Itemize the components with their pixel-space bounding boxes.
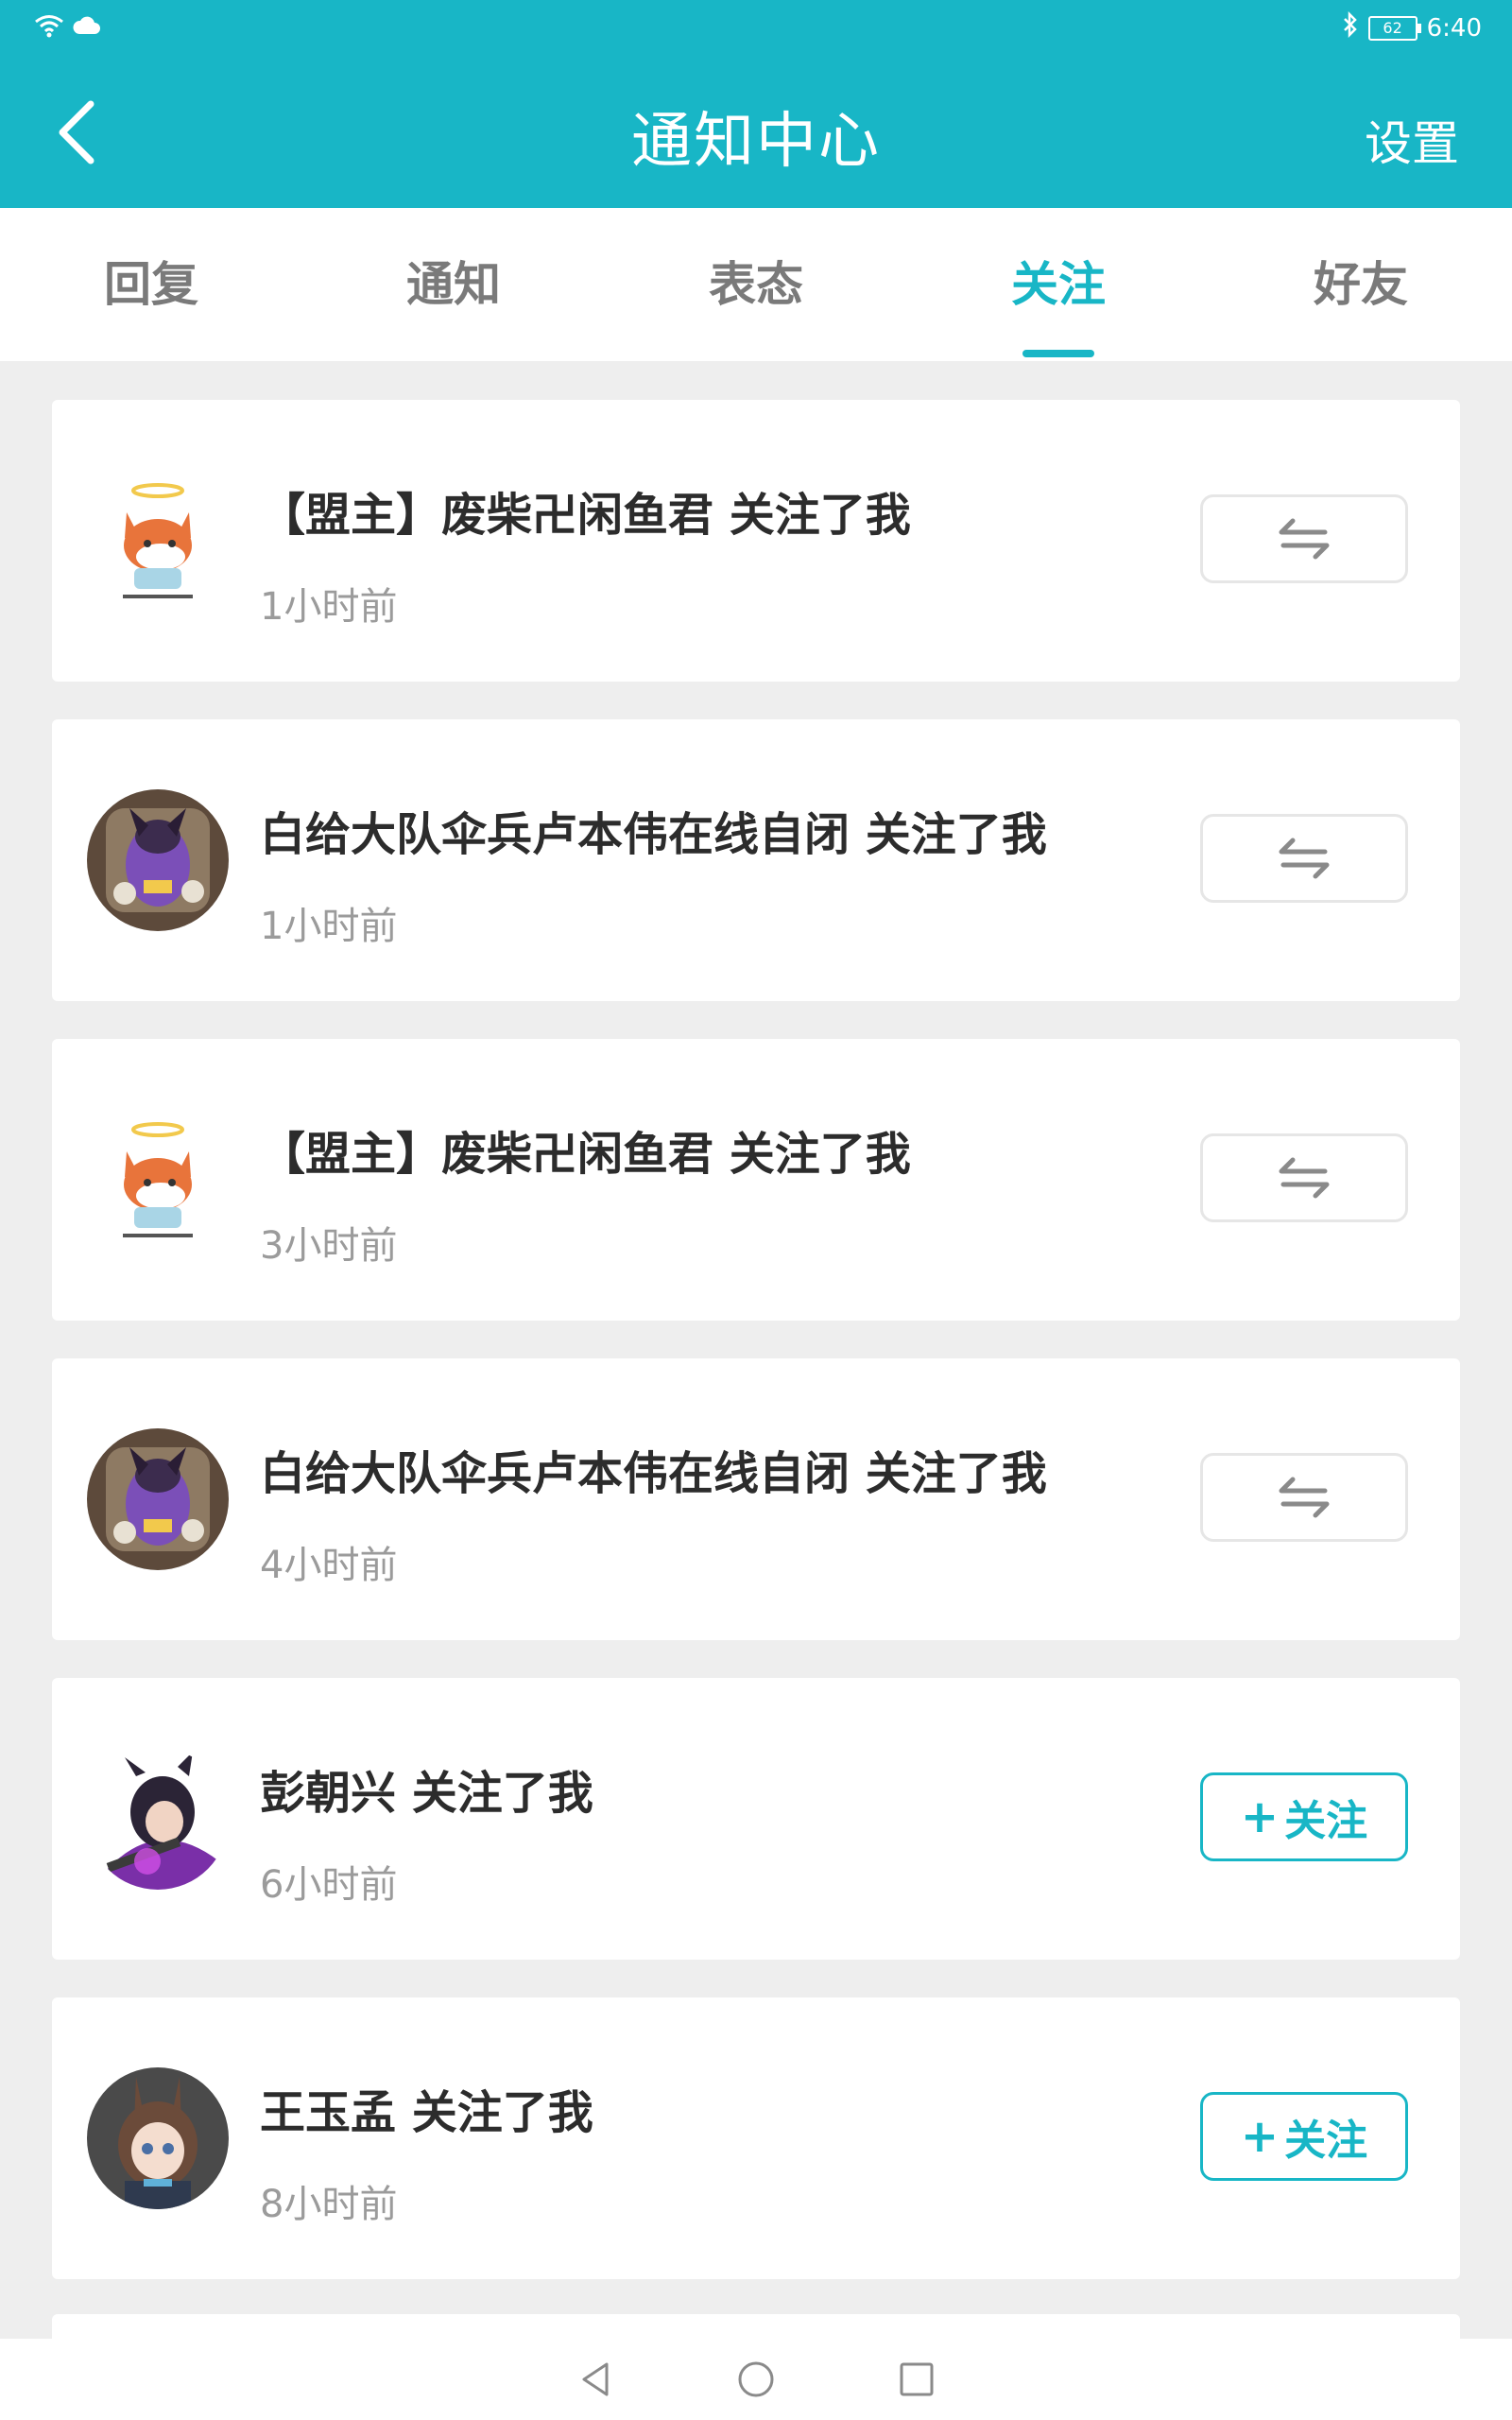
notification-title[interactable]: 白给大队伞兵卢本伟在线自闭 关注了我	[260, 1436, 1047, 1502]
plus-icon: +	[1240, 2110, 1280, 2163]
purple-character-avatar[interactable]	[87, 1428, 229, 1570]
home-circle-icon	[738, 2361, 774, 2397]
swap-arrows-icon	[1279, 838, 1330, 879]
settings-button[interactable]: 设置	[1365, 106, 1459, 174]
mutual-follow-button[interactable]	[1200, 494, 1408, 583]
bluetooth-icon	[1342, 10, 1359, 44]
notification-time: 6小时前	[260, 1863, 398, 1907]
anime-girl-avatar[interactable]	[87, 1748, 229, 1890]
swap-arrows-icon	[1279, 1157, 1330, 1199]
notification-title[interactable]: 【盟主】废柴卍闲鱼君 关注了我	[260, 477, 911, 544]
notification-card[interactable]: 王玉孟 关注了我 8小时前 + 关注	[52, 1997, 1460, 2279]
notification-title[interactable]: 彭朝兴 关注了我	[260, 1755, 593, 1822]
notification-list: 【盟主】废柴卍闲鱼君 关注了我 1小时前 白给大队伞兵卢本伟在线自闭 关注了我 …	[52, 400, 1460, 2317]
mutual-follow-button[interactable]	[1200, 1453, 1408, 1542]
notification-title[interactable]: 王玉孟 关注了我	[260, 2075, 593, 2141]
active-tab-indicator	[1022, 350, 1094, 357]
notification-time: 1小时前	[260, 905, 398, 948]
battery-icon: 62	[1367, 15, 1421, 41]
notification-time: 3小时前	[260, 1224, 398, 1268]
status-bar: 62 6:40	[0, 0, 1512, 57]
follow-button[interactable]: + 关注	[1200, 1772, 1408, 1861]
bunny-girl-avatar[interactable]	[87, 2067, 229, 2209]
tab-notifications[interactable]: 通知	[302, 208, 605, 361]
tab-follows[interactable]: 关注	[907, 208, 1210, 361]
page-title: 通知中心	[631, 107, 881, 177]
back-triangle-icon	[582, 2362, 609, 2396]
swap-arrows-icon	[1279, 518, 1330, 560]
follow-button-label: 关注	[1284, 2117, 1368, 2165]
nav-back-button[interactable]	[567, 2351, 624, 2408]
notification-card[interactable]: 【盟主】废柴卍闲鱼君 关注了我 3小时前	[52, 1039, 1460, 1321]
nav-recents-button[interactable]	[888, 2351, 945, 2408]
tab-replies[interactable]: 回复	[0, 208, 302, 361]
notification-title[interactable]: 白给大队伞兵卢本伟在线自闭 关注了我	[260, 797, 1047, 863]
notification-card[interactable]: 白给大队伞兵卢本伟在线自闭 关注了我 1小时前	[52, 719, 1460, 1001]
notification-time: 4小时前	[260, 1544, 398, 1587]
purple-character-avatar[interactable]	[87, 789, 229, 931]
fox-avatar[interactable]	[87, 1109, 229, 1251]
clock: 6:40	[1426, 13, 1482, 43]
recents-square-icon	[900, 2362, 934, 2396]
follow-button-label: 关注	[1284, 1797, 1368, 1845]
title-bar: 通知中心 设置	[0, 57, 1512, 208]
nav-home-button[interactable]	[728, 2351, 784, 2408]
swap-arrows-icon	[1279, 1477, 1330, 1518]
follow-button[interactable]: + 关注	[1200, 2092, 1408, 2181]
plus-icon: +	[1240, 1790, 1280, 1843]
notification-time: 1小时前	[260, 585, 398, 629]
notification-time: 8小时前	[260, 2183, 398, 2226]
tab-reactions[interactable]: 表态	[605, 208, 907, 361]
cloud-icon	[72, 15, 100, 40]
mutual-follow-button[interactable]	[1200, 1133, 1408, 1222]
mutual-follow-button[interactable]	[1200, 814, 1408, 903]
status-left-icons	[34, 13, 100, 42]
tab-bar: 回复 通知 表态 关注 好友	[0, 208, 1512, 361]
status-right-icons: 62 6:40	[1342, 10, 1482, 44]
notification-card[interactable]: 【盟主】废柴卍闲鱼君 关注了我 1小时前	[52, 400, 1460, 682]
wifi-icon	[34, 13, 64, 42]
notification-card[interactable]: 彭朝兴 关注了我 6小时前 + 关注	[52, 1678, 1460, 1960]
system-nav-bar	[0, 2339, 1512, 2420]
notification-card[interactable]: 白给大队伞兵卢本伟在线自闭 关注了我 4小时前	[52, 1358, 1460, 1640]
tab-friends[interactable]: 好友	[1210, 208, 1512, 361]
fox-avatar[interactable]	[87, 470, 229, 612]
notification-title[interactable]: 【盟主】废柴卍闲鱼君 关注了我	[260, 1116, 911, 1183]
